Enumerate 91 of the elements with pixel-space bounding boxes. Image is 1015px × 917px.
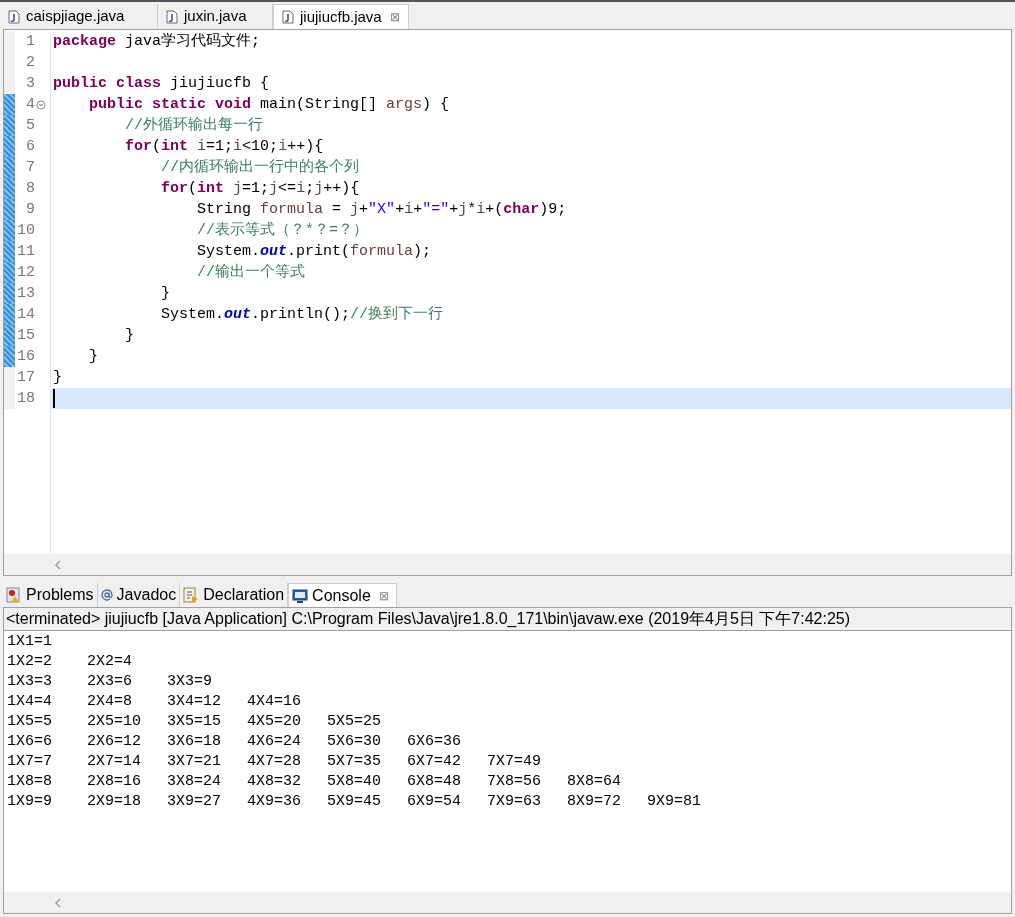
console-output: 7X7=49 — [487, 751, 542, 772]
console-output: 6X7=42 — [407, 751, 462, 772]
problems-icon — [6, 587, 22, 603]
tab-label: juxin.java — [184, 6, 247, 27]
view-tab[interactable]: Declaration — [180, 583, 289, 607]
line-number: 6 — [25, 137, 35, 157]
console-output: 7X8=56 — [487, 771, 542, 792]
scroll-left-icon[interactable] — [54, 897, 62, 908]
console-output: 5X6=30 — [327, 731, 382, 752]
line-number: 16 — [16, 347, 35, 367]
horizontal-scrollbar[interactable] — [4, 892, 1011, 913]
line-number: 1 — [25, 32, 35, 52]
line-number: 10 — [16, 221, 35, 241]
line-number: 8 — [25, 179, 35, 199]
close-icon[interactable]: ⊠ — [389, 8, 400, 26]
tab-label: Javadoc — [116, 585, 177, 605]
console-output: 2X7=14 — [87, 751, 142, 772]
console-output: 2X5=10 — [87, 711, 142, 732]
line-number: 2 — [25, 53, 35, 73]
console-output: 4X7=28 — [247, 751, 302, 772]
console-output: 6X6=36 — [407, 731, 462, 752]
line-number: 3 — [25, 74, 35, 94]
console-output: 4X5=20 — [247, 711, 302, 732]
line-number: 15 — [16, 326, 35, 346]
console-output: 3X3=9 — [167, 671, 213, 692]
code-editor[interactable] — [3, 29, 1012, 576]
line-number: 4 — [25, 95, 35, 115]
console-output: 2X4=8 — [87, 691, 133, 712]
console-output: 8X9=72 — [567, 791, 622, 812]
java-file-icon — [8, 9, 20, 24]
console-output: 2X8=16 — [87, 771, 142, 792]
console-output: 1X6=6 — [7, 731, 53, 752]
console-output: 2X9=18 — [87, 791, 142, 812]
console-output: 1X1=1 — [7, 631, 53, 652]
tab-label: Console — [312, 585, 371, 606]
tab-label: jiujiucfb.java — [300, 6, 382, 27]
collapse-icon[interactable] — [36, 99, 46, 110]
console-output: 5X9=45 — [327, 791, 382, 812]
console-output: 8X8=64 — [567, 771, 622, 792]
declaration-icon — [183, 587, 200, 603]
console-header: <terminated> jiujiucfb [Java Application] C:\Program Files\Java\jre1.8.0_171\bin\javaw.exe (2019年4月5日 下午7:42:25) — [4, 608, 1011, 631]
tab-label: caispjiage.java — [26, 6, 125, 27]
java-file-icon — [166, 9, 178, 24]
console-output: 4X4=16 — [247, 691, 302, 712]
tab-label: Problems — [26, 585, 94, 605]
console-output: 3X4=12 — [167, 691, 222, 712]
console-output: 1X3=3 — [7, 671, 53, 692]
console-output: 5X8=40 — [327, 771, 382, 792]
horizontal-scrollbar[interactable] — [4, 554, 1011, 575]
console-output: 1X4=4 — [7, 691, 53, 712]
console-output: 3X9=27 — [167, 791, 222, 812]
console-output: 1X2=2 — [7, 651, 53, 672]
line-number: 13 — [16, 284, 35, 304]
console-output: 5X7=35 — [327, 751, 382, 772]
text-cursor — [53, 389, 55, 408]
view-tab[interactable]: Problems — [3, 583, 98, 607]
line-number: 18 — [16, 389, 35, 409]
line-number: 5 — [25, 116, 35, 136]
console-output: 4X9=36 — [247, 791, 302, 812]
line-number: 11 — [16, 242, 35, 262]
console-output: 1X9=9 — [7, 791, 53, 812]
console-output: 9X9=81 — [647, 791, 702, 812]
console-output: 1X5=5 — [7, 711, 53, 732]
tab-label: Declaration — [203, 585, 285, 605]
line-number: 12 — [16, 263, 35, 283]
console-output: 2X2=4 — [87, 651, 133, 672]
monitor-icon — [292, 587, 309, 604]
console-output: 6X8=48 — [407, 771, 462, 792]
console-output: 1X8=8 — [7, 771, 53, 792]
console-output: 2X3=6 — [87, 671, 133, 692]
java-file-icon — [282, 10, 294, 24]
console-output: 1X7=7 — [7, 751, 53, 772]
line-number: 17 — [16, 368, 35, 388]
console-output: 3X8=24 — [167, 771, 222, 792]
console-output: 5X5=25 — [327, 711, 382, 732]
line-number: 9 — [25, 200, 35, 220]
scroll-left-icon[interactable] — [54, 559, 62, 570]
console-output: 7X9=63 — [487, 791, 542, 812]
console-output: 3X7=21 — [167, 751, 222, 772]
close-icon[interactable]: ⊠ — [378, 586, 389, 605]
console-output: 2X6=12 — [87, 731, 142, 752]
console-output: 3X6=18 — [167, 731, 222, 752]
line-number: 7 — [25, 158, 35, 178]
console-output: 4X6=24 — [247, 731, 302, 752]
console-output: 4X8=32 — [247, 771, 302, 792]
console-output: 3X5=15 — [167, 711, 222, 732]
at-sign-icon — [100, 589, 113, 601]
view-tab[interactable]: Console ⊠ — [288, 583, 397, 607]
line-number: 14 — [16, 305, 35, 325]
console-output: 6X9=54 — [407, 791, 462, 812]
editor-tab[interactable]: jiujiucfb.java ⊠ — [273, 4, 409, 29]
